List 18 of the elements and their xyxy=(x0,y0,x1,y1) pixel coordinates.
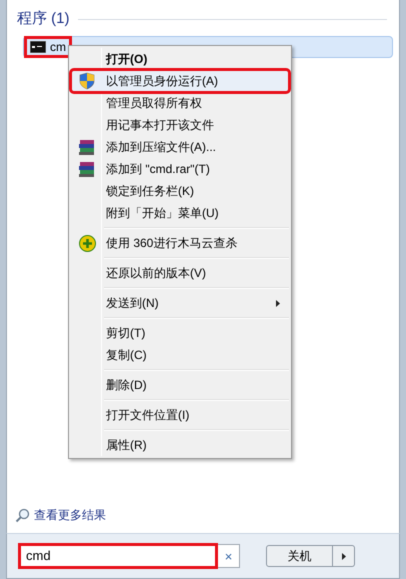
menu-item-label: 管理员取得所有权 xyxy=(106,95,202,112)
section-title: 程序 (1) xyxy=(17,9,70,29)
menu-item-label: 发送到(N) xyxy=(106,295,159,312)
menu-item-label: 使用 360进行木马云查杀 xyxy=(106,235,238,252)
menu-item-label: 剪切(T) xyxy=(106,325,146,342)
menu-item-label: 复制(C) xyxy=(106,347,147,364)
menu-item-label: 添加到压缩文件(A)... xyxy=(106,139,216,156)
menu-item-label: 还原以前的版本(V) xyxy=(106,265,206,282)
menu-item-label: 用记事本打开该文件 xyxy=(106,117,214,134)
menu-item-label: 以管理员身份运行(A) xyxy=(106,73,218,90)
menu-item-label: 打开(O) xyxy=(106,51,148,68)
menu-item-label: 锁定到任务栏(K) xyxy=(106,183,194,200)
menu-item-label: 附到「开始」菜单(U) xyxy=(106,205,219,222)
result-label: cm xyxy=(50,39,66,56)
menu-item-label: 添加到 "cmd.rar"(T) xyxy=(106,161,210,178)
menu-item-label: 属性(R) xyxy=(106,437,147,454)
menu-item-label: 打开文件位置(I) xyxy=(106,407,190,424)
menu-item-label: 删除(D) xyxy=(106,377,147,394)
